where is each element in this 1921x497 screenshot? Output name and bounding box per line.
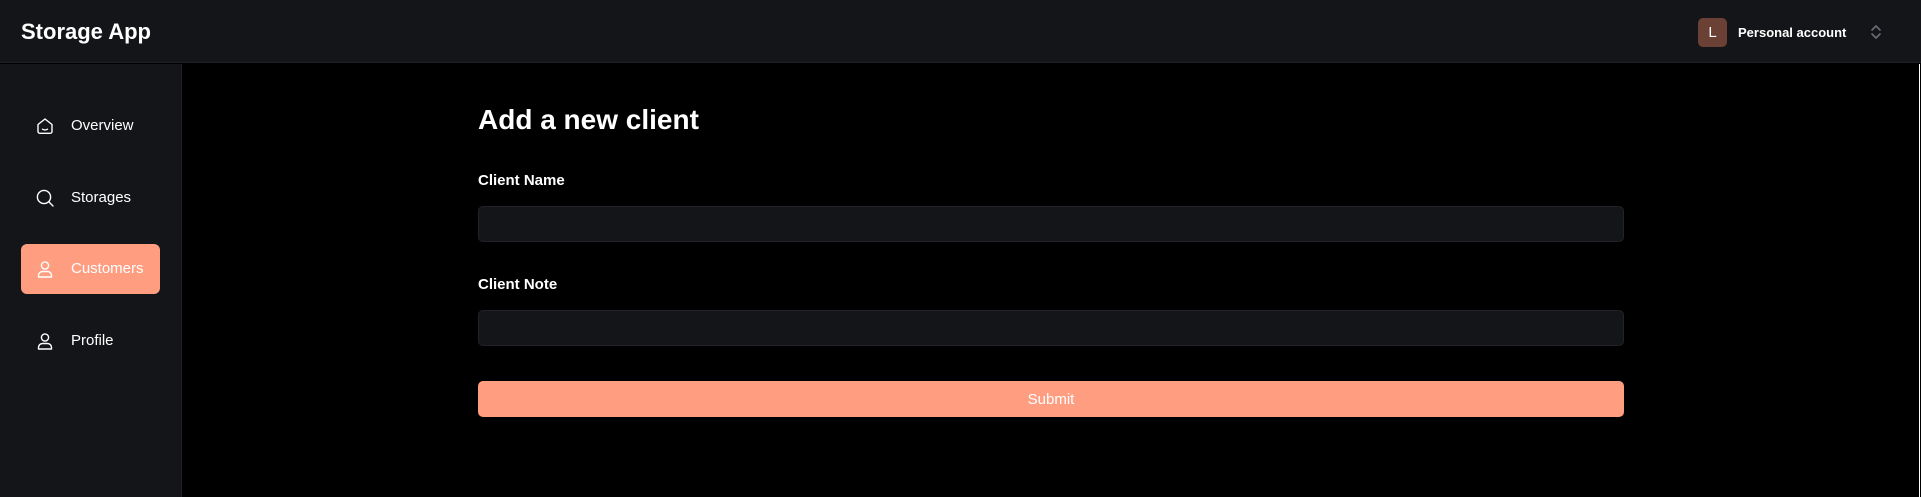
client-name-label: Client Name: [478, 172, 565, 189]
chevron-up-down-icon[interactable]: [1870, 22, 1882, 42]
client-note-label: Client Note: [478, 276, 558, 293]
page-title: Add a new client: [478, 104, 699, 135]
submit-button[interactable]: Submit: [478, 381, 1624, 417]
search-icon: [36, 189, 54, 207]
sidebar: Overview Storages Customers Profile: [0, 64, 182, 497]
sidebar-item-profile[interactable]: Profile: [21, 316, 160, 366]
sidebar-item-label: Customers: [71, 260, 144, 277]
account-label[interactable]: Personal account: [1738, 25, 1846, 40]
main-content: [183, 64, 1921, 497]
sidebar-item-label: Profile: [71, 332, 114, 349]
scrollbar[interactable]: [1919, 64, 1920, 497]
sidebar-item-overview[interactable]: Overview: [21, 101, 160, 151]
user-icon: [37, 261, 53, 278]
top-header: Storage App L Personal account: [0, 0, 1921, 63]
sidebar-item-customers[interactable]: Customers: [21, 244, 160, 294]
sidebar-item-label: Storages: [71, 189, 132, 206]
user-icon: [37, 333, 53, 350]
sidebar-item-storages[interactable]: Storages: [21, 173, 160, 223]
app-title: Storage App: [21, 19, 151, 44]
client-note-input[interactable]: [478, 310, 1624, 346]
sidebar-item-label: Overview: [71, 117, 134, 134]
client-name-input[interactable]: [478, 206, 1624, 242]
avatar[interactable]: L: [1698, 18, 1727, 47]
home-icon: [37, 118, 53, 134]
account-switcher[interactable]: L Personal account: [1698, 18, 1846, 47]
